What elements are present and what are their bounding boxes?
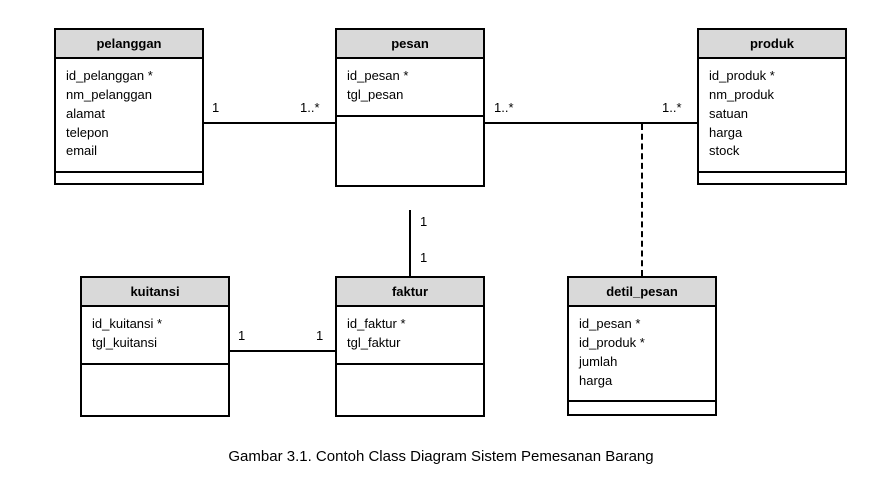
attr: tgl_kuitansi [92,334,218,353]
class-faktur-title: faktur [337,278,483,307]
attr: id_kuitansi * [92,315,218,334]
attr: tgl_faktur [347,334,473,353]
assoc-pelanggan-pesan [204,122,335,124]
mult-pesan-produk-right: 1..* [662,100,682,115]
mult-pelanggan-pesan-right: 1..* [300,100,320,115]
attr: satuan [709,105,835,124]
class-pelanggan-ops [56,173,202,183]
attr: email [66,142,192,161]
assoc-class-link [641,124,643,276]
attr: id_pelanggan * [66,67,192,86]
class-kuitansi: kuitansi id_kuitansi * tgl_kuitansi [80,276,230,417]
class-pesan-ops [337,117,483,185]
class-kuitansi-ops [82,365,228,415]
attr: harga [709,124,835,143]
attr: nm_produk [709,86,835,105]
mult-kuitansi-faktur-left: 1 [238,328,245,343]
diagram-canvas: pelanggan id_pelanggan * nm_pelanggan al… [0,0,882,502]
attr: id_produk * [579,334,705,353]
mult-pesan-faktur-top: 1 [420,214,427,229]
attr: harga [579,372,705,391]
attr: id_pesan * [347,67,473,86]
assoc-kuitansi-faktur [230,350,335,352]
class-pesan-title: pesan [337,30,483,59]
class-produk-title: produk [699,30,845,59]
assoc-pesan-produk [485,122,697,124]
attr: jumlah [579,353,705,372]
mult-kuitansi-faktur-right: 1 [316,328,323,343]
mult-pelanggan-pesan-left: 1 [212,100,219,115]
class-faktur: faktur id_faktur * tgl_faktur [335,276,485,417]
class-detil-pesan-attrs: id_pesan * id_produk * jumlah harga [569,307,715,402]
attr: alamat [66,105,192,124]
assoc-pesan-faktur [409,210,411,276]
class-produk-ops [699,173,845,183]
attr: telepon [66,124,192,143]
attr: id_produk * [709,67,835,86]
class-kuitansi-attrs: id_kuitansi * tgl_kuitansi [82,307,228,365]
class-pelanggan-attrs: id_pelanggan * nm_pelanggan alamat telep… [56,59,202,173]
class-kuitansi-title: kuitansi [82,278,228,307]
attr: id_faktur * [347,315,473,334]
class-produk: produk id_produk * nm_produk satuan harg… [697,28,847,185]
mult-pesan-produk-left: 1..* [494,100,514,115]
class-detil-pesan: detil_pesan id_pesan * id_produk * jumla… [567,276,717,416]
class-faktur-ops [337,365,483,415]
class-produk-attrs: id_produk * nm_produk satuan harga stock [699,59,845,173]
attr: nm_pelanggan [66,86,192,105]
class-faktur-attrs: id_faktur * tgl_faktur [337,307,483,365]
mult-pesan-faktur-bottom: 1 [420,250,427,265]
class-pesan: pesan id_pesan * tgl_pesan [335,28,485,187]
class-detil-pesan-title: detil_pesan [569,278,715,307]
class-detil-pesan-ops [569,402,715,414]
attr: tgl_pesan [347,86,473,105]
attr: id_pesan * [579,315,705,334]
class-pelanggan: pelanggan id_pelanggan * nm_pelanggan al… [54,28,204,185]
attr: stock [709,142,835,161]
class-pesan-attrs: id_pesan * tgl_pesan [337,59,483,117]
diagram-caption: Gambar 3.1. Contoh Class Diagram Sistem … [0,448,882,465]
class-pelanggan-title: pelanggan [56,30,202,59]
